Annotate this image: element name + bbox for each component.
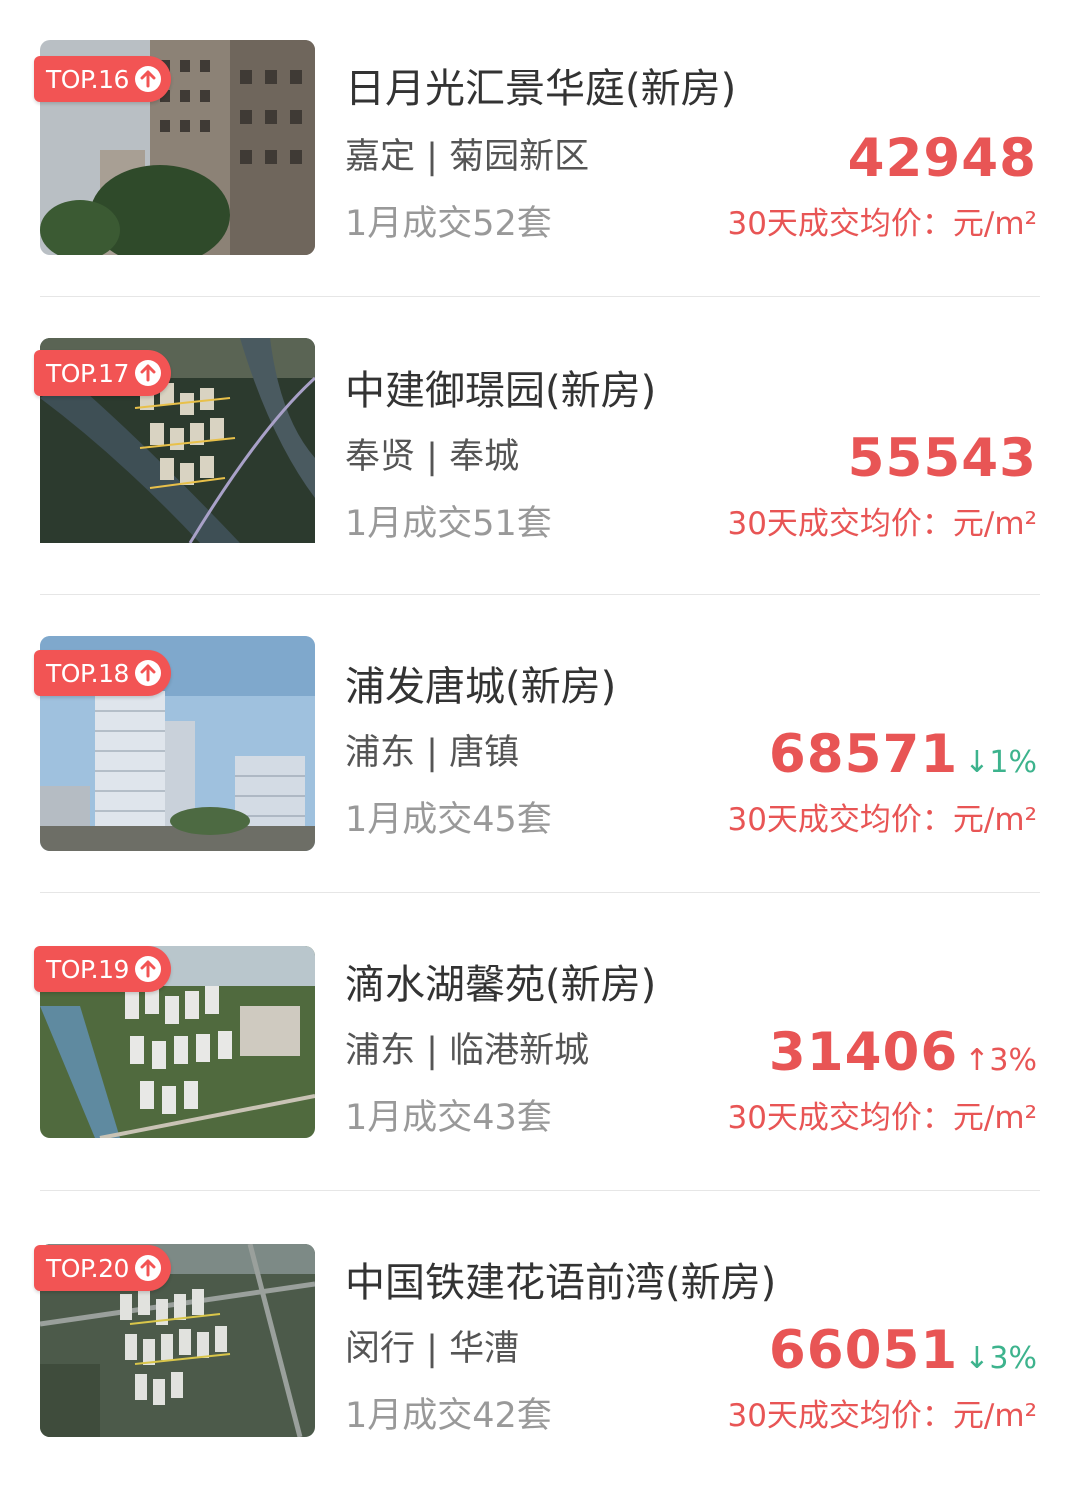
divider <box>40 1190 1040 1191</box>
average-price: 68571 <box>768 724 959 785</box>
arrow-up-circle-icon <box>134 660 161 686</box>
rank-label: TOP.17 <box>46 358 129 388</box>
district-label: 浦东 <box>345 733 416 773</box>
price-change-down: ↓3% <box>964 1341 1037 1376</box>
property-name[interactable]: 日月光汇景华庭(新房) <box>345 56 736 114</box>
list-item[interactable]: TOP.16 日月光汇景华庭(新房) 嘉定 | 菊园新区 1月成交52套 429… <box>0 0 1080 298</box>
divider <box>40 892 1040 893</box>
arrow-up-circle-icon <box>134 956 161 982</box>
property-location: 浦东 | 临港新城 <box>345 1031 590 1071</box>
rank-label: TOP.20 <box>46 1253 129 1283</box>
average-price: 31406 <box>768 1022 959 1083</box>
price-row: 55543 <box>848 428 1037 489</box>
rank-badge: TOP.17 <box>34 350 171 396</box>
monthly-sales: 1月成交43套 <box>345 1098 552 1138</box>
average-price: 55543 <box>847 428 1037 489</box>
property-location: 闵行 | 华漕 <box>345 1329 520 1369</box>
area-label: 华漕 <box>449 1329 520 1369</box>
rank-badge: TOP.18 <box>34 650 171 696</box>
rank-badge: TOP.16 <box>34 56 171 102</box>
price-row: 68571 ↓1% <box>769 724 1037 785</box>
divider <box>40 296 1040 297</box>
rank-badge: TOP.20 <box>34 1245 171 1291</box>
district-label: 嘉定 <box>345 137 416 177</box>
rank-label: TOP.19 <box>46 954 129 984</box>
area-label: 唐镇 <box>449 733 520 773</box>
district-label: 闵行 <box>345 1329 416 1369</box>
price-label: 30天成交均价：元/m² <box>727 506 1037 542</box>
price-label: 30天成交均价：元/m² <box>727 1100 1037 1136</box>
monthly-sales: 1月成交51套 <box>345 504 552 544</box>
rank-label: TOP.18 <box>46 658 129 688</box>
price-label: 30天成交均价：元/m² <box>727 1398 1037 1434</box>
monthly-sales: 1月成交52套 <box>345 204 552 244</box>
price-change-down: ↓1% <box>964 745 1037 780</box>
price-label: 30天成交均价：元/m² <box>727 206 1037 242</box>
average-price: 66051 <box>768 1320 959 1381</box>
property-name[interactable]: 浦发唐城(新房) <box>345 654 616 712</box>
property-location: 嘉定 | 菊园新区 <box>345 137 590 177</box>
list-item[interactable]: TOP.18 浦发唐城(新房) 浦东 | 唐镇 1月成交45套 68571 ↓1… <box>0 596 1080 894</box>
area-label: 临港新城 <box>449 1031 590 1071</box>
area-label: 奉城 <box>449 437 520 477</box>
area-label: 菊园新区 <box>449 137 590 177</box>
property-name[interactable]: 滴水湖馨苑(新房) <box>345 952 656 1010</box>
divider <box>40 594 1040 595</box>
property-name[interactable]: 中国铁建花语前湾(新房) <box>345 1250 776 1308</box>
monthly-sales: 1月成交42套 <box>345 1396 552 1436</box>
price-change-up: ↑3% <box>964 1043 1037 1078</box>
property-location: 奉贤 | 奉城 <box>345 437 520 477</box>
ranking-list: TOP.16 日月光汇景华庭(新房) 嘉定 | 菊园新区 1月成交52套 429… <box>0 0 1080 1494</box>
price-row: 66051 ↓3% <box>769 1320 1037 1381</box>
monthly-sales: 1月成交45套 <box>345 800 552 840</box>
price-row: 31406 ↑3% <box>769 1022 1037 1083</box>
price-row: 42948 <box>848 128 1037 189</box>
property-name[interactable]: 中建御璟园(新房) <box>345 358 656 416</box>
district-label: 奉贤 <box>345 437 416 477</box>
rank-badge: TOP.19 <box>34 946 171 992</box>
district-label: 浦东 <box>345 1031 416 1071</box>
arrow-up-circle-icon <box>134 66 161 92</box>
arrow-up-circle-icon <box>134 360 161 386</box>
list-item[interactable]: TOP.17 中建御璟园(新房) 奉贤 | 奉城 1月成交51套 55543 3… <box>0 298 1080 596</box>
list-item[interactable]: TOP.19 滴水湖馨苑(新房) 浦东 | 临港新城 1月成交43套 31406… <box>0 894 1080 1192</box>
arrow-up-circle-icon <box>134 1255 161 1281</box>
list-item[interactable]: TOP.20 中国铁建花语前湾(新房) 闵行 | 华漕 1月成交42套 6605… <box>0 1192 1080 1490</box>
price-label: 30天成交均价：元/m² <box>727 802 1037 838</box>
rank-label: TOP.16 <box>46 64 129 94</box>
property-location: 浦东 | 唐镇 <box>345 733 520 773</box>
average-price: 42948 <box>847 128 1037 189</box>
